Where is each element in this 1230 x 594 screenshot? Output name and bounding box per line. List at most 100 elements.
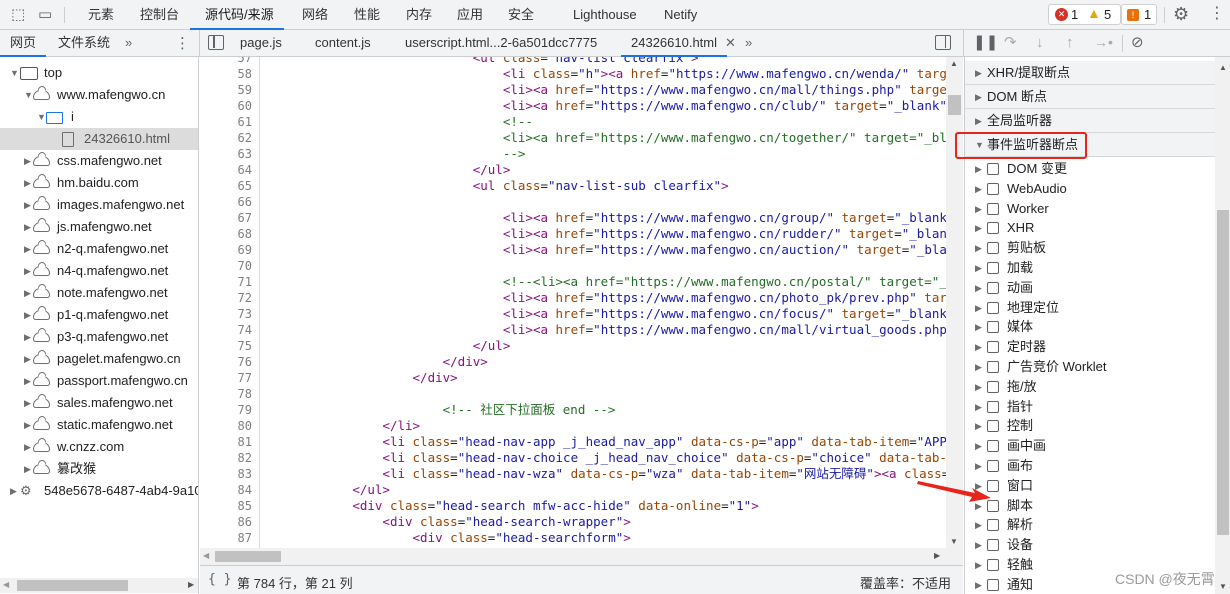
device-toolbar-icon[interactable]: ▭ bbox=[38, 7, 52, 22]
event-checkbox[interactable] bbox=[987, 440, 999, 453]
tree-item[interactable]: ▶ hm.baidu.com bbox=[0, 172, 198, 194]
event-category[interactable]: ▶ 地理定位 bbox=[965, 298, 1215, 318]
main-tab-8[interactable]: Lighthouse bbox=[573, 0, 637, 30]
editor-horizontal-scrollbar[interactable]: ◀ ▶ bbox=[200, 548, 963, 565]
toggle-debugger-icon[interactable] bbox=[935, 35, 951, 50]
event-checkbox[interactable] bbox=[987, 222, 999, 235]
collapse-right-arrow-icon[interactable]: ▶ bbox=[24, 282, 31, 304]
event-checkbox[interactable] bbox=[987, 519, 999, 532]
event-category[interactable]: ▶ 动画 bbox=[965, 278, 1215, 298]
tree-item[interactable]: ▼ top bbox=[0, 62, 198, 84]
editor-tab-page-js[interactable]: page.js bbox=[240, 30, 282, 56]
event-checkbox[interactable] bbox=[987, 380, 999, 393]
event-category[interactable]: ▶ 解析 bbox=[965, 515, 1215, 535]
collapse-right-arrow-icon[interactable]: ▶ bbox=[24, 150, 31, 172]
event-checkbox[interactable] bbox=[987, 301, 999, 314]
pretty-print-braces-icon[interactable]: { } bbox=[208, 572, 231, 587]
tree-item[interactable]: ▼ i bbox=[0, 106, 198, 128]
event-category[interactable]: ▶ 控制 bbox=[965, 416, 1215, 436]
event-category[interactable]: ▶ XHR bbox=[965, 218, 1215, 238]
main-tab-7[interactable]: 安全 bbox=[508, 0, 534, 30]
tree-item[interactable]: 24326610.html bbox=[0, 128, 198, 150]
expand-arrow-icon[interactable]: ▶ bbox=[975, 535, 982, 555]
tree-item[interactable]: ▶ passport.mafengwo.cn bbox=[0, 370, 198, 392]
main-tab-2[interactable]: 源代码/来源 bbox=[190, 0, 284, 30]
expand-arrow-icon[interactable]: ▶ bbox=[975, 377, 982, 397]
main-tab-6[interactable]: 应用 bbox=[457, 0, 483, 30]
expand-arrow-icon[interactable]: ▶ bbox=[975, 159, 982, 179]
tree-item[interactable]: ▶ images.mafengwo.net bbox=[0, 194, 198, 216]
main-tab-4[interactable]: 性能 bbox=[354, 0, 380, 30]
expand-arrow-icon[interactable]: ▶ bbox=[975, 199, 982, 219]
expand-arrow-icon[interactable]: ▶ bbox=[975, 298, 982, 318]
expand-arrow-icon[interactable]: ▶ bbox=[975, 575, 982, 594]
more-editor-tabs-chevron-icon[interactable]: » bbox=[745, 30, 752, 56]
expand-down-arrow-icon[interactable]: ▼ bbox=[24, 84, 33, 106]
tree-item[interactable]: ▶ n2-q.mafengwo.net bbox=[0, 238, 198, 260]
section-header[interactable]: ▶ 全局监听器 bbox=[965, 109, 1215, 133]
event-checkbox[interactable] bbox=[987, 242, 999, 255]
tree-item[interactable]: ▶ js.mafengwo.net bbox=[0, 216, 198, 238]
deactivate-breakpoints-icon[interactable]: ⊘ bbox=[1131, 35, 1144, 50]
collapse-right-arrow-icon[interactable]: ▶ bbox=[24, 194, 31, 216]
editor-tab-24326610-html[interactable]: 24326610.html bbox=[620, 30, 728, 57]
event-category[interactable]: ▶ 广告竞价 Worklet bbox=[965, 357, 1215, 377]
tab-filesystem[interactable]: 文件系统 bbox=[58, 30, 110, 56]
collapse-right-arrow-icon[interactable]: ▶ bbox=[24, 326, 31, 348]
event-checkbox[interactable] bbox=[987, 321, 999, 334]
navigator-horizontal-scrollbar[interactable]: ◀ ▶ bbox=[0, 578, 198, 593]
event-category[interactable]: ▶ Worker bbox=[965, 199, 1215, 219]
event-checkbox[interactable] bbox=[987, 578, 999, 591]
event-category[interactable]: ▶ 媒体 bbox=[965, 317, 1215, 337]
expand-arrow-icon[interactable]: ▶ bbox=[975, 238, 982, 258]
editor-tab-userscript[interactable]: userscript.html...2-6a501dcc7775 bbox=[405, 30, 597, 56]
main-tab-5[interactable]: 内存 bbox=[406, 0, 432, 30]
event-checkbox[interactable] bbox=[987, 361, 999, 373]
collapse-right-arrow-icon[interactable]: ▶ bbox=[24, 436, 31, 458]
toggle-navigator-icon[interactable] bbox=[208, 35, 224, 50]
event-category[interactable]: ▶ 画布 bbox=[965, 456, 1215, 476]
close-tab-icon[interactable]: ✕ bbox=[725, 30, 736, 56]
expand-arrow-icon[interactable]: ▶ bbox=[975, 218, 982, 238]
collapse-right-arrow-icon[interactable]: ▶ bbox=[24, 414, 31, 436]
collapse-right-arrow-icon[interactable]: ▶ bbox=[24, 216, 31, 238]
tree-item[interactable]: ▶ 篡改猴 bbox=[0, 458, 198, 480]
editor-tab-content-js[interactable]: content.js bbox=[315, 30, 371, 56]
event-checkbox[interactable] bbox=[987, 262, 999, 274]
collapse-right-arrow-icon[interactable]: ▶ bbox=[24, 458, 31, 480]
inspect-element-icon[interactable]: ⬚ bbox=[11, 7, 25, 22]
event-checkbox[interactable] bbox=[987, 281, 999, 294]
event-category[interactable]: ▶ 定时器 bbox=[965, 337, 1215, 357]
issues-badge[interactable]: ! 1 bbox=[1121, 4, 1157, 25]
section-header[interactable]: ▶ XHR/提取断点 bbox=[965, 61, 1215, 85]
navigator-menu-icon[interactable]: ⋮ bbox=[175, 36, 190, 51]
expand-down-arrow-icon[interactable]: ▼ bbox=[37, 106, 46, 128]
expand-arrow-icon[interactable]: ▶ bbox=[975, 278, 982, 298]
event-category[interactable]: ▶ WebAudio bbox=[965, 179, 1215, 199]
event-category[interactable]: ▶ 拖/放 bbox=[965, 377, 1215, 397]
expand-arrow-icon[interactable]: ▶ bbox=[975, 515, 982, 535]
event-checkbox[interactable] bbox=[987, 559, 999, 571]
event-category[interactable]: ▶ 加载 bbox=[965, 258, 1215, 278]
collapse-right-arrow-icon[interactable]: ▶ bbox=[24, 370, 31, 392]
tree-item[interactable]: ▶ p3-q.mafengwo.net bbox=[0, 326, 198, 348]
main-tab-3[interactable]: 网络 bbox=[302, 0, 328, 30]
event-checkbox[interactable] bbox=[987, 182, 999, 195]
sidebar-vertical-scrollbar[interactable]: ▲ ▼ bbox=[1215, 57, 1230, 594]
main-tab-9[interactable]: Netify bbox=[664, 0, 697, 30]
more-tabs-chevron-icon[interactable]: » bbox=[125, 30, 132, 56]
section-header[interactable]: ▶ DOM 断点 bbox=[965, 85, 1215, 109]
event-checkbox[interactable] bbox=[987, 420, 999, 433]
event-category[interactable]: ▶ 画中画 bbox=[965, 436, 1215, 456]
event-category[interactable]: ▶ DOM 变更 bbox=[965, 159, 1215, 179]
event-category[interactable]: ▶ 脚本 bbox=[965, 496, 1215, 516]
tree-item[interactable]: ▶ sales.mafengwo.net bbox=[0, 392, 198, 414]
collapse-right-arrow-icon[interactable]: ▶ bbox=[24, 238, 31, 260]
event-checkbox[interactable] bbox=[987, 460, 999, 472]
event-category[interactable]: ▶ 窗口 bbox=[965, 476, 1215, 496]
tree-item[interactable]: ▶ ⚙ 548e5678-6487-4ab4-9a10 bbox=[0, 480, 198, 502]
event-category[interactable]: ▶ 剪贴板 bbox=[965, 238, 1215, 258]
tree-item[interactable]: ▶ css.mafengwo.net bbox=[0, 150, 198, 172]
tab-page[interactable]: 网页 bbox=[0, 30, 47, 57]
expand-arrow-icon[interactable]: ▶ bbox=[975, 179, 982, 199]
